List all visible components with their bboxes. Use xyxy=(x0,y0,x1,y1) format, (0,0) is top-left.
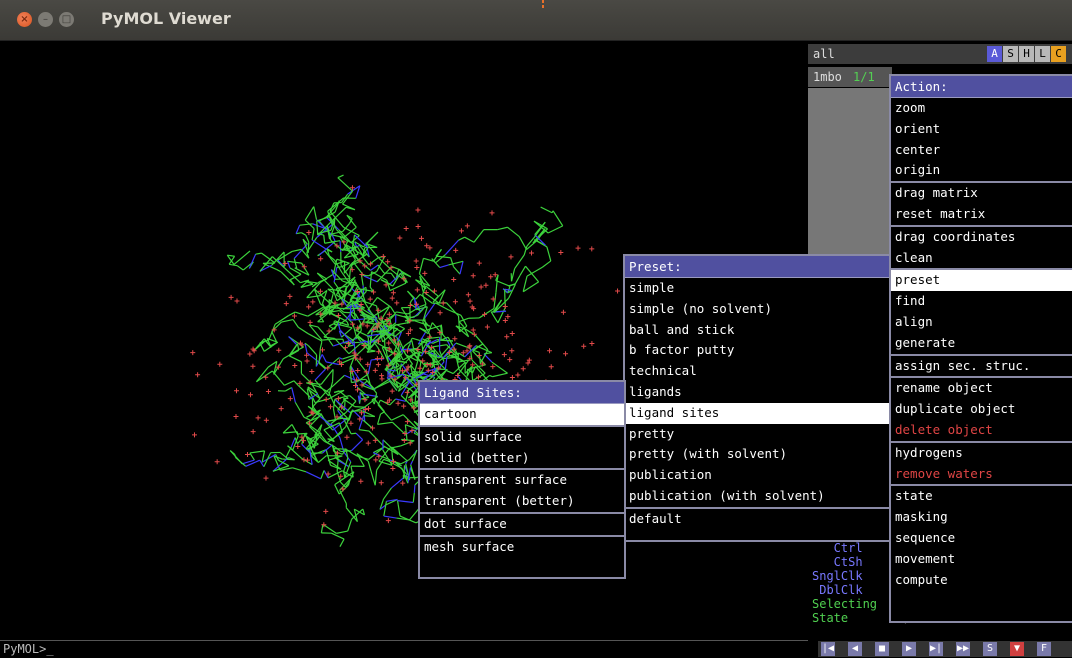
ligand-sites-item-transparent-surface[interactable]: transparent surface xyxy=(420,468,624,491)
action-item-origin[interactable]: origin xyxy=(891,160,1072,181)
preset-menu: Preset: simplesimple (no solvent)ball an… xyxy=(623,254,891,542)
full-button[interactable]: F xyxy=(1037,642,1051,656)
back-button[interactable]: ◀ xyxy=(848,642,862,656)
action-menu-title: Action: xyxy=(891,76,1072,98)
close-icon: × xyxy=(17,12,32,27)
hide-button[interactable]: H xyxy=(1019,46,1034,62)
object-name: 1mbo xyxy=(813,70,842,84)
preset-item-default[interactable]: default xyxy=(625,507,889,530)
preset-item-ligand-sites[interactable]: ligand sites xyxy=(625,403,889,424)
maximize-window-button[interactable]: □ xyxy=(59,12,74,27)
ligand-sites-menu-title: Ligand Sites: xyxy=(420,382,624,404)
minimize-icon: – xyxy=(38,12,53,27)
preset-item-technical[interactable]: technical xyxy=(625,361,889,382)
maximize-icon: □ xyxy=(59,12,74,27)
title-ornament xyxy=(542,0,544,10)
ligand-sites-item-cartoon[interactable]: cartoon xyxy=(420,404,624,425)
command-line[interactable]: PyMOL>_ xyxy=(0,640,808,658)
action-item-delete-object[interactable]: delete object xyxy=(891,420,1072,441)
state-label: State xyxy=(812,611,848,625)
forward-button[interactable]: ▶| xyxy=(929,642,943,656)
action-item-masking[interactable]: masking xyxy=(891,507,1072,528)
action-item-align[interactable]: align xyxy=(891,312,1072,333)
label-button[interactable]: L xyxy=(1035,46,1050,62)
play-button[interactable]: ▶ xyxy=(902,642,916,656)
color-button[interactable]: C xyxy=(1051,46,1066,62)
object-state: 1/1 xyxy=(853,70,875,84)
ligand-sites-item-mesh-surface[interactable]: mesh surface xyxy=(420,535,624,558)
ligand-sites-item-solid-surface[interactable]: solid surface xyxy=(420,425,624,448)
preset-item-simple[interactable]: simple xyxy=(625,278,889,299)
preset-item-b-factor-putty[interactable]: b factor putty xyxy=(625,340,889,361)
end-button[interactable]: ▶▶ xyxy=(956,642,970,656)
preset-item-publication-with-solvent[interactable]: publication (with solvent) xyxy=(625,486,889,507)
mouse-info-line: Ctrl xyxy=(812,541,863,555)
mouse-info-line: DblClk xyxy=(812,583,863,597)
stop-button[interactable]: ■ xyxy=(875,642,889,656)
action-item-compute[interactable]: compute xyxy=(891,570,1072,591)
action-item-generate[interactable]: generate xyxy=(891,333,1072,354)
action-menu: Action: zoomorientcenterorigindrag matri… xyxy=(889,74,1072,623)
action-item-movement[interactable]: movement xyxy=(891,549,1072,570)
action-item-remove-waters[interactable]: remove waters xyxy=(891,464,1072,485)
ligand-sites-menu: Ligand Sites: cartoonsolid surfacesolid … xyxy=(418,380,626,579)
window-title: PyMOL Viewer xyxy=(101,9,231,28)
action-item-clean[interactable]: clean xyxy=(891,248,1072,269)
action-item-drag-matrix[interactable]: drag matrix xyxy=(891,181,1072,204)
action-button[interactable]: A xyxy=(987,46,1002,62)
mouse-info-selecting: Selecting xyxy=(812,597,877,611)
ligand-sites-item-dot-surface[interactable]: dot surface xyxy=(420,512,624,535)
preset-menu-title: Preset: xyxy=(625,256,889,278)
command-prompt: PyMOL>_ xyxy=(3,642,54,656)
action-item-drag-coordinates[interactable]: drag coordinates xyxy=(891,225,1072,248)
preset-item-ball-and-stick[interactable]: ball and stick xyxy=(625,320,889,341)
preset-item-publication[interactable]: publication xyxy=(625,465,889,486)
preset-item-pretty-with-solvent[interactable]: pretty (with solvent) xyxy=(625,444,889,465)
minimize-window-button[interactable]: – xyxy=(38,12,53,27)
action-item-assign-sec-struc[interactable]: assign sec. struc. xyxy=(891,354,1072,377)
ligand-sites-item-solid-better[interactable]: solid (better) xyxy=(420,448,624,469)
action-item-state[interactable]: state xyxy=(891,484,1072,507)
show-button[interactable]: S xyxy=(1003,46,1018,62)
window-titlebar: × – □ PyMOL Viewer xyxy=(0,0,1072,41)
action-item-preset[interactable]: preset xyxy=(891,268,1072,291)
object-row-1mbo[interactable]: 1mbo 1/1 xyxy=(808,67,892,87)
object-name-all: all xyxy=(813,47,835,61)
action-item-sequence[interactable]: sequence xyxy=(891,528,1072,549)
ligand-sites-item-transparent-better[interactable]: transparent (better) xyxy=(420,491,624,512)
close-window-button[interactable]: × xyxy=(17,12,32,27)
action-item-zoom[interactable]: zoom xyxy=(891,98,1072,119)
preset-item-ligands[interactable]: ligands xyxy=(625,382,889,403)
preset-item-pretty[interactable]: pretty xyxy=(625,424,889,445)
rewind-button[interactable]: |◀ xyxy=(821,642,835,656)
mouse-info-line: CtSh xyxy=(812,555,863,569)
preset-item-simple-no-solvent[interactable]: simple (no solvent) xyxy=(625,299,889,320)
action-item-orient[interactable]: orient xyxy=(891,119,1072,140)
mouse-info-line: SnglClk xyxy=(812,569,863,583)
action-item-reset-matrix[interactable]: reset matrix xyxy=(891,204,1072,225)
action-item-hydrogens[interactable]: hydrogens xyxy=(891,441,1072,464)
action-item-duplicate-object[interactable]: duplicate object xyxy=(891,399,1072,420)
action-item-center[interactable]: center xyxy=(891,140,1072,161)
scene-button[interactable]: S xyxy=(983,642,997,656)
action-item-rename-object[interactable]: rename object xyxy=(891,376,1072,399)
menu-button[interactable]: ▼ xyxy=(1010,642,1024,656)
action-item-find[interactable]: find xyxy=(891,291,1072,312)
